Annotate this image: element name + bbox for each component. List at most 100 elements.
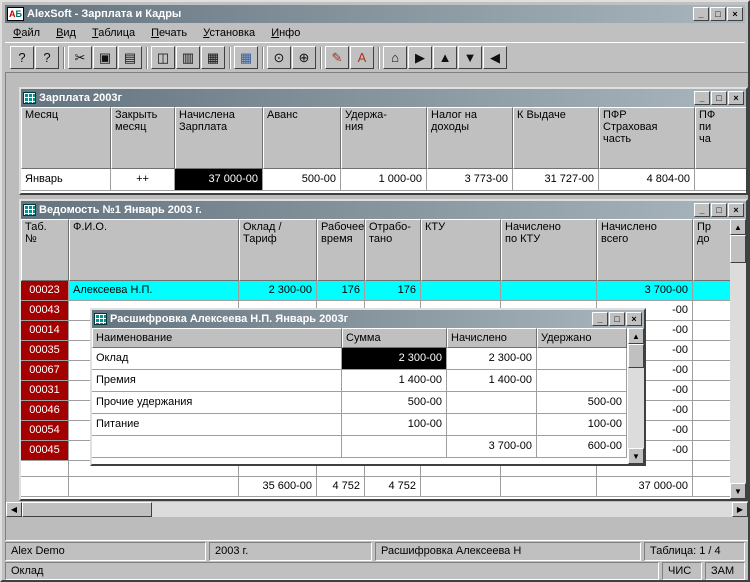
cell[interactable]: 1 400-00 xyxy=(447,370,537,392)
cell[interactable]: 500-00 xyxy=(263,169,341,191)
cell[interactable]: 00045 xyxy=(21,441,69,461)
table-row[interactable]: Питание 100-00 100-00 xyxy=(92,414,628,436)
cell[interactable]: 4 752 xyxy=(317,477,365,497)
cell[interactable]: 35 600-00 xyxy=(239,477,317,497)
minimize-button[interactable]: _ xyxy=(693,7,709,21)
column-header[interactable]: Месяц xyxy=(21,107,111,169)
column-header[interactable]: Начислена Зарплата xyxy=(175,107,263,169)
cell[interactable]: 600-00 xyxy=(537,436,627,458)
table-row[interactable]: Оклад 2 300-00 2 300-00 xyxy=(92,348,628,370)
cell[interactable]: Оклад xyxy=(92,348,342,370)
cell[interactable]: 176 xyxy=(365,281,421,301)
column-header[interactable]: Налог на доходы xyxy=(427,107,513,169)
cell[interactable] xyxy=(447,392,537,414)
cell[interactable]: 00046 xyxy=(21,401,69,421)
column-header[interactable]: Удержа- ния xyxy=(341,107,427,169)
print-icon[interactable]: ▦ xyxy=(201,46,225,69)
column-header[interactable]: ПФР Страховая часть xyxy=(599,107,695,169)
menu-table[interactable]: Таблица xyxy=(84,25,143,41)
maximize-button[interactable]: □ xyxy=(711,91,727,105)
column-header[interactable]: Аванс xyxy=(263,107,341,169)
cell[interactable] xyxy=(421,281,501,301)
cell[interactable]: 31 727-00 xyxy=(513,169,599,191)
cell[interactable]: 00031 xyxy=(21,381,69,401)
cell[interactable]: 100-00 xyxy=(537,414,627,436)
scroll-up-icon[interactable]: ▲ xyxy=(730,219,746,235)
cell[interactable] xyxy=(421,477,501,497)
cell[interactable]: Питание xyxy=(92,414,342,436)
scroll-left-icon[interactable]: ◀ xyxy=(6,502,22,517)
cell[interactable] xyxy=(693,281,730,301)
maximize-button[interactable]: □ xyxy=(710,7,726,21)
cell[interactable]: 4 752 xyxy=(365,477,421,497)
cell[interactable]: 1 400-00 xyxy=(342,370,447,392)
nav-next-icon[interactable]: ▶ xyxy=(408,46,432,69)
copy-icon[interactable]: ▣ xyxy=(93,46,117,69)
minimize-button[interactable]: _ xyxy=(592,312,608,326)
cell[interactable] xyxy=(693,321,730,341)
cell[interactable]: 100-00 xyxy=(342,414,447,436)
menu-setup[interactable]: Установка xyxy=(195,25,263,41)
cell[interactable]: 37 000-00 xyxy=(597,477,693,497)
cell[interactable]: Алексеева Н.П. xyxy=(69,281,239,301)
column-header[interactable]: Наименование xyxy=(92,328,342,348)
cell[interactable] xyxy=(695,169,746,191)
column-header[interactable]: Таб. № xyxy=(21,219,69,281)
column-header[interactable]: Ф.И.О. xyxy=(69,219,239,281)
cell[interactable] xyxy=(693,421,730,441)
cell[interactable] xyxy=(693,461,730,477)
cell[interactable]: 2 300-00 xyxy=(239,281,317,301)
minimize-button[interactable]: _ xyxy=(694,91,710,105)
horizontal-scrollbar[interactable]: ◀ ▶ xyxy=(6,502,748,517)
table-row[interactable]: Январь ++ 37 000-00 500-00 1 000-00 3 773-00 3… xyxy=(21,169,746,191)
column-header[interactable]: ПФ пи ча xyxy=(695,107,746,169)
scroll-down-icon[interactable]: ▼ xyxy=(628,448,644,464)
table-icon[interactable]: ▦ xyxy=(234,46,258,69)
vertical-scrollbar[interactable]: ▲ ▼ xyxy=(730,219,746,499)
cell[interactable] xyxy=(693,441,730,461)
cell[interactable] xyxy=(693,381,730,401)
scrollbar-thumb[interactable] xyxy=(730,235,746,263)
column-header[interactable]: Отрабо- тано xyxy=(365,219,421,281)
menu-file[interactable]: Файл xyxy=(5,25,48,41)
cell[interactable]: Премия xyxy=(92,370,342,392)
scrollbar-thumb[interactable] xyxy=(22,502,152,517)
scroll-up-icon[interactable]: ▲ xyxy=(628,328,644,344)
cell[interactable]: 37 000-00 xyxy=(175,169,263,191)
menu-info[interactable]: Инфо xyxy=(263,25,308,41)
cell[interactable]: 00043 xyxy=(21,301,69,321)
cell[interactable] xyxy=(693,341,730,361)
scroll-right-icon[interactable]: ▶ xyxy=(732,502,748,517)
cell[interactable]: Прочие удержания xyxy=(92,392,342,414)
scroll-down-icon[interactable]: ▼ xyxy=(730,483,746,499)
cell[interactable] xyxy=(92,436,342,458)
cell[interactable]: 3 700-00 xyxy=(447,436,537,458)
cut-icon[interactable]: ✂ xyxy=(68,46,92,69)
menu-print[interactable]: Печать xyxy=(143,25,195,41)
maximize-button[interactable]: □ xyxy=(711,203,727,217)
cell[interactable]: 500-00 xyxy=(342,392,447,414)
column-header[interactable]: Начислено по КТУ xyxy=(501,219,597,281)
cell[interactable]: 00054 xyxy=(21,421,69,441)
cell[interactable] xyxy=(501,281,597,301)
minimize-button[interactable]: _ xyxy=(694,203,710,217)
context-help-icon[interactable]: ? xyxy=(35,46,59,69)
scrollbar-track[interactable] xyxy=(730,263,746,483)
close-button[interactable]: × xyxy=(626,312,642,326)
paste-icon[interactable]: ▤ xyxy=(118,46,142,69)
titlebar[interactable]: АБ AlexSoft - Зарплата и Кадры _ □ × xyxy=(5,5,745,23)
cell[interactable]: 3 700-00 xyxy=(597,281,693,301)
table-row[interactable]: Прочие удержания 500-00 500-00 xyxy=(92,392,628,414)
column-header[interactable]: Удержано xyxy=(537,328,627,348)
cell[interactable]: 4 804-00 xyxy=(599,169,695,191)
cell[interactable]: 00014 xyxy=(21,321,69,341)
close-button[interactable]: × xyxy=(728,203,744,217)
vedomost-window-titlebar[interactable]: Ведомость №1 Январь 2003 г. _ □ × xyxy=(21,201,746,219)
column-header[interactable]: Оклад / Тариф xyxy=(239,219,317,281)
cell[interactable] xyxy=(537,370,627,392)
cell[interactable]: 2 300-00 xyxy=(342,348,447,370)
cell[interactable]: 00023 xyxy=(21,281,69,301)
nav-down-icon[interactable]: ▼ xyxy=(458,46,482,69)
find-next-icon[interactable]: ⊕ xyxy=(292,46,316,69)
cell[interactable]: 00067 xyxy=(21,361,69,381)
